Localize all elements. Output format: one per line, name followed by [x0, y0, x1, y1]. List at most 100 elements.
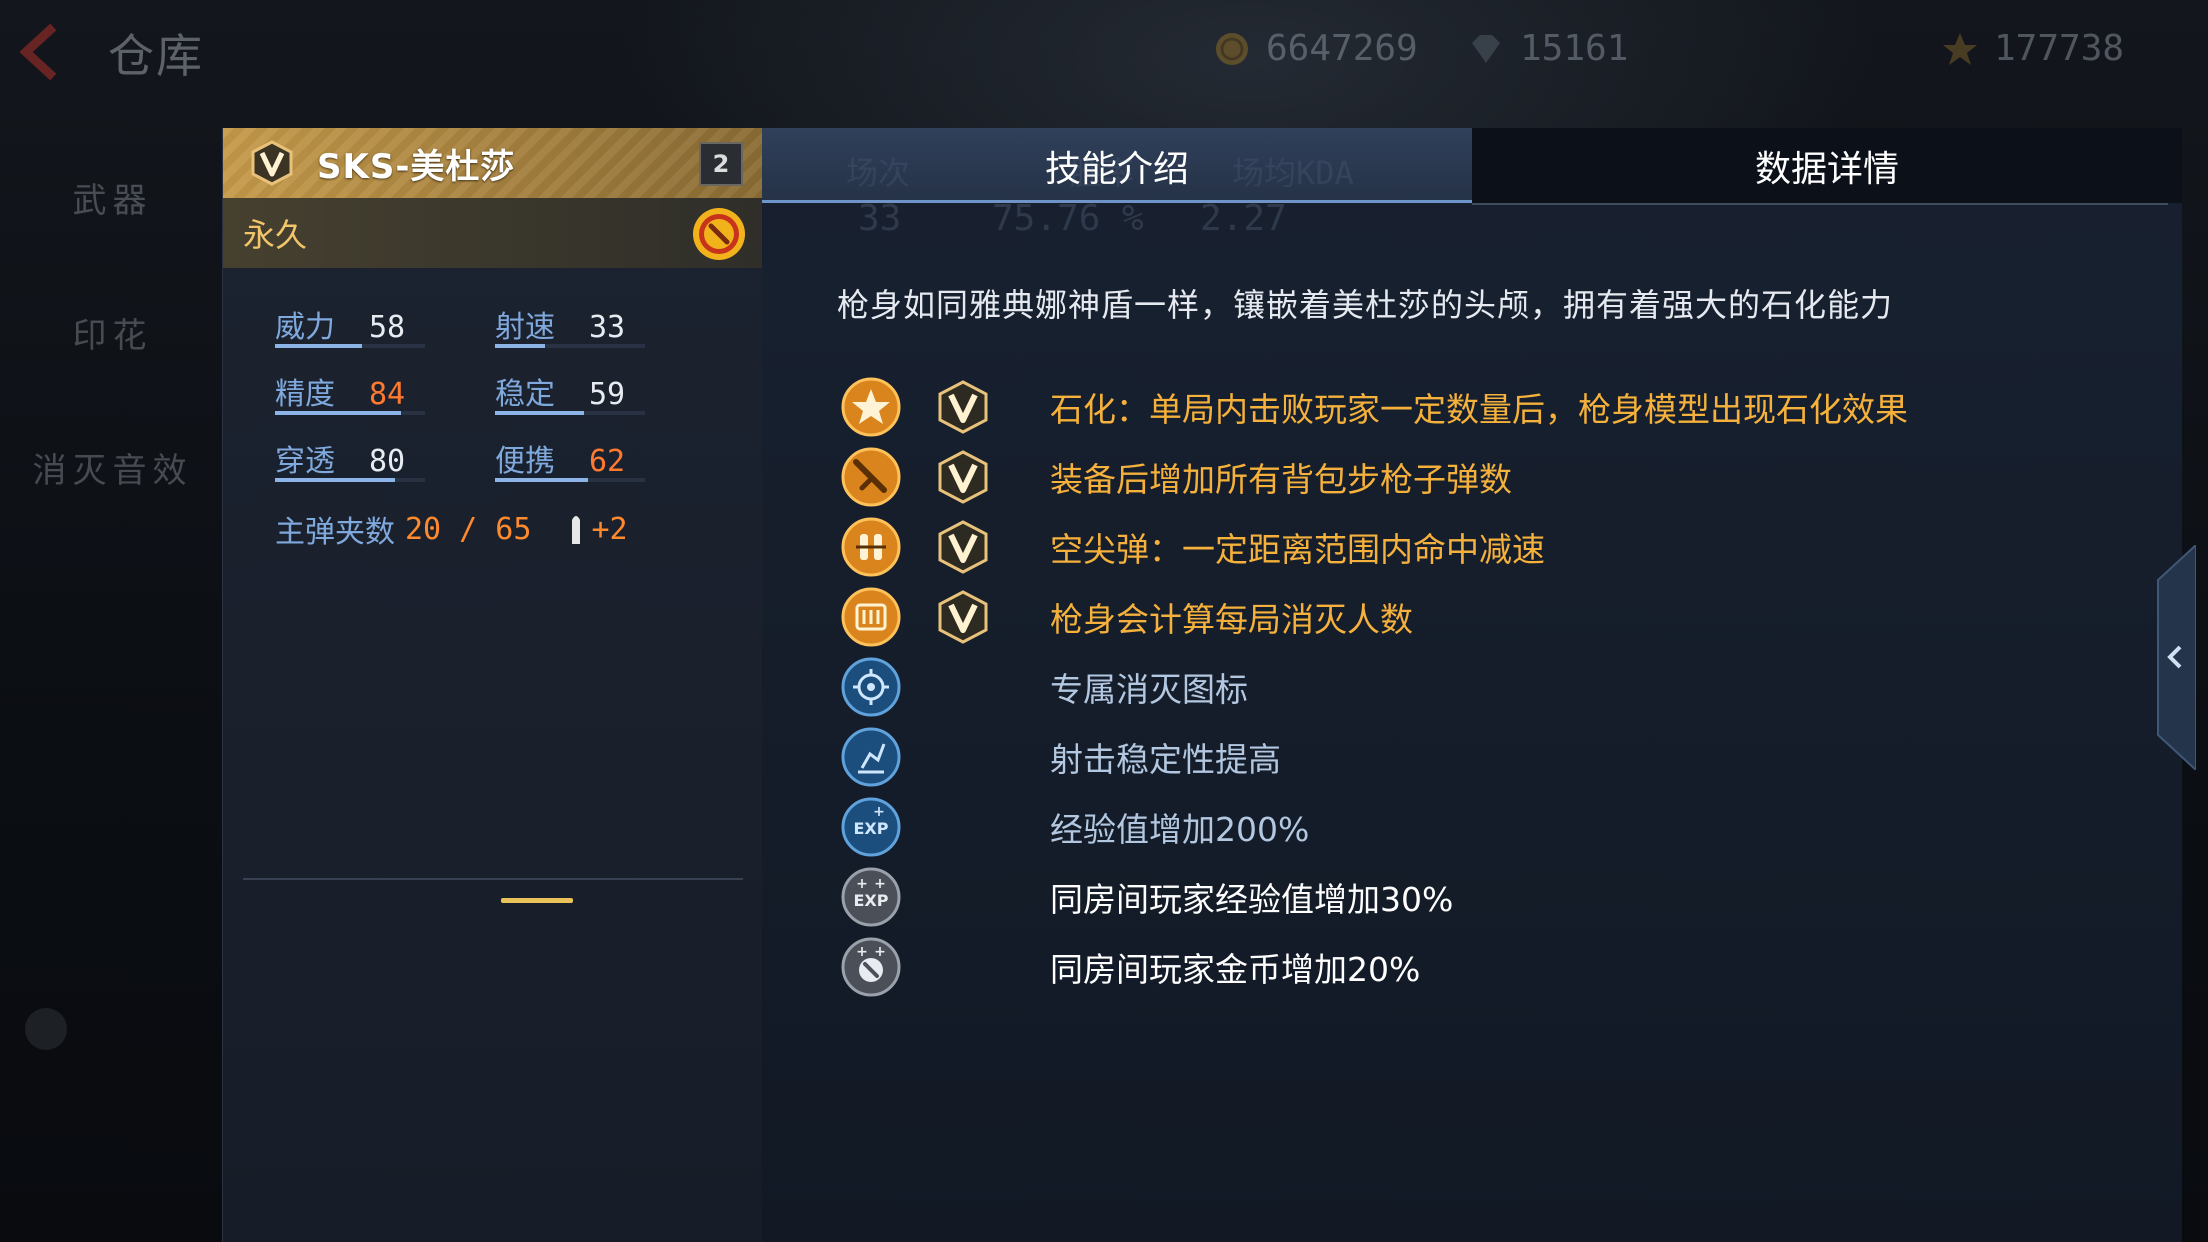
weapon-stats: 威力 58 射速 33 精度 84 稳定 59 穿透 80 便携 62 主弹夹数…	[223, 268, 763, 551]
kill-mark-icon	[841, 657, 901, 717]
stat-value: 62	[589, 444, 626, 479]
svg-text:EXP: EXP	[854, 891, 889, 910]
svg-text:+: +	[874, 944, 886, 960]
magazine-label: 主弹夹数	[275, 515, 395, 550]
feature-text: 装备后增加所有背包步枪子弹数	[1050, 460, 1512, 499]
feature-item: EXP + + 同房间玩家经验值增加30%	[840, 862, 1453, 932]
floating-ball[interactable]	[25, 1008, 67, 1050]
stability-icon	[841, 727, 901, 787]
feature-item: + + 同房间玩家金币增加20%	[840, 932, 1420, 1002]
hollow-point-icon	[841, 517, 901, 577]
stat-value: 33	[589, 310, 626, 345]
sidebar-item-decals[interactable]: 印花	[0, 265, 225, 400]
stat-bar	[495, 478, 645, 482]
svg-text:EXP: EXP	[854, 819, 889, 838]
tab-skill-intro[interactable]: 技能介绍	[762, 128, 1472, 203]
skill-panel: 技能介绍 数据详情 场次 胜率 场均KDA 33 75.76 % 2.27 枪身…	[762, 128, 2182, 1242]
feature-text: 枪身会计算每局消灭人数	[1050, 600, 1413, 639]
feature-item: 空尖弹：一定距离范围内命中减速	[840, 512, 1545, 582]
weapon-description: 枪身如同雅典娜神盾一样，镶嵌着美杜莎的头颅，拥有着强大的石化能力	[837, 286, 1894, 324]
diamond-value: 15161	[1520, 28, 1629, 69]
vip-v-badge-icon	[251, 140, 293, 186]
vip-v-badge-icon	[938, 590, 988, 644]
page-title: 仓库	[108, 29, 204, 83]
stat-row: 精度 84 稳定 59	[275, 369, 763, 436]
stat-bar-fill	[275, 411, 401, 415]
feature-item: 射击稳定性提高	[840, 722, 1281, 792]
collapse-handle-icon[interactable]	[2150, 545, 2196, 770]
ghost-stat-value: 75.76 %	[992, 198, 1144, 239]
top-bar: 仓库 6647269 15161 177738	[0, 0, 2208, 110]
feature-text: 经验值增加200%	[1050, 810, 1310, 849]
rifle-icon	[841, 447, 901, 507]
exp-icon: EXP +	[841, 797, 901, 857]
weapon-level-badge: 2	[699, 142, 743, 186]
feature-list: 石化：单局内击败玩家一定数量后，枪身模型出现石化效果 装备后增加所有背包步枪子弹…	[840, 372, 1908, 1002]
magazine-bonus: +2	[591, 511, 628, 547]
honor-balance[interactable]: 177738	[1940, 28, 2124, 69]
svg-text:+: +	[874, 876, 886, 892]
feature-item: 装备后增加所有背包步枪子弹数	[840, 442, 1512, 512]
stat-value: 58	[369, 310, 406, 345]
diamond-icon	[1472, 34, 1500, 63]
feature-text: 专属消灭图标	[1050, 670, 1248, 709]
gold-coin-value: 6647269	[1266, 28, 1418, 69]
feature-text: 射击稳定性提高	[1050, 740, 1281, 779]
gold-coin-balance[interactable]: 6647269	[1212, 28, 1418, 69]
stat-stability: 稳定 59	[495, 369, 715, 436]
stat-portability: 便携 62	[495, 436, 715, 503]
stat-fire-rate: 射速 33	[495, 302, 715, 369]
feature-item: EXP + 经验值增加200%	[840, 792, 1309, 862]
feature-text: 空尖弹：一定距离范围内命中减速	[1050, 530, 1545, 569]
weapon-card: SKS-美杜莎 2 永久 威力 58 射速 33 精度 84 稳定 59 穿透 …	[222, 128, 763, 1242]
stat-label: 稳定	[495, 377, 555, 412]
card-divider	[243, 878, 743, 880]
tab-data-details[interactable]: 数据详情	[1472, 128, 2182, 203]
feature-item: 专属消灭图标	[840, 652, 1248, 722]
vip-v-badge-icon	[938, 520, 988, 574]
stat-bar-fill	[495, 344, 545, 348]
pager-indicator[interactable]	[501, 898, 573, 903]
stat-accuracy: 精度 84	[275, 369, 495, 436]
feature-text: 同房间玩家金币增加20%	[1050, 950, 1421, 989]
feature-text: 同房间玩家经验值增加30%	[1050, 880, 1454, 919]
stat-bar	[275, 344, 425, 348]
feature-text: 石化：单局内击败玩家一定数量后，枪身模型出现石化效果	[1050, 390, 1908, 429]
stat-bar-fill	[275, 478, 395, 482]
star-icon	[841, 377, 901, 437]
magazine-row: 主弹夹数 20 / 65 +2	[275, 507, 763, 551]
stat-penetration: 穿透 80	[275, 436, 495, 503]
room-exp-icon: EXP + +	[841, 867, 901, 927]
stat-bar	[495, 411, 645, 415]
weapon-name: SKS-美杜莎	[317, 146, 516, 187]
tab-bar: 技能介绍 数据详情	[762, 128, 2182, 203]
stat-label: 精度	[275, 377, 335, 412]
svg-text:+: +	[856, 876, 868, 892]
stat-label: 射速	[495, 310, 555, 345]
honor-icon	[1943, 32, 1977, 65]
feature-item: 石化：单局内击败玩家一定数量后，枪身模型出现石化效果	[840, 372, 1908, 442]
weapon-card-header: SKS-美杜莎 2	[223, 128, 763, 198]
sidebar-item-kill-sounds[interactable]: 消灭音效	[0, 400, 225, 535]
sidebar-item-weapons[interactable]: 武器	[0, 130, 225, 265]
stat-value: 84	[369, 377, 406, 412]
ghost-stat-value: 2.27	[1200, 198, 1287, 239]
svg-text:+: +	[873, 804, 885, 820]
stat-bar-fill	[495, 411, 584, 415]
gold-medal-icon[interactable]	[691, 206, 747, 262]
vip-v-badge-icon	[938, 380, 988, 434]
stat-value: 59	[589, 377, 626, 412]
vip-v-badge-icon	[938, 450, 988, 504]
magazine-value: 20 / 65	[405, 511, 532, 547]
diamond-balance[interactable]: 15161	[1466, 28, 1628, 69]
ghost-stat-value: 33	[858, 198, 902, 239]
stat-label: 便携	[495, 444, 555, 479]
stat-label: 威力	[275, 310, 335, 345]
weapon-duration-row: 永久	[223, 198, 763, 268]
svg-text:+: +	[856, 944, 868, 960]
stat-label: 穿透	[275, 444, 335, 479]
stat-bar	[275, 478, 425, 482]
back-arrow-icon[interactable]	[8, 22, 68, 82]
stat-power: 威力 58	[275, 302, 495, 369]
room-coin-icon: + +	[841, 937, 901, 997]
